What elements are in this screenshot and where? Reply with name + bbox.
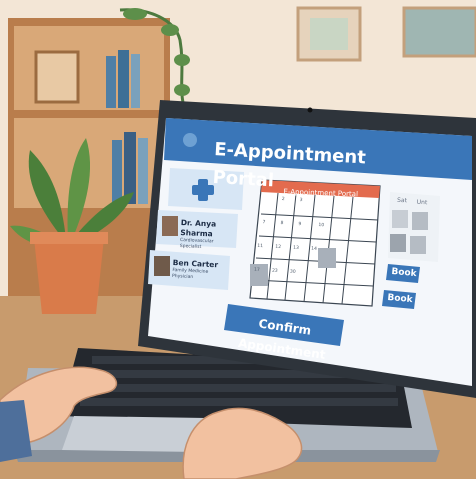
calendar-day[interactable]: 8 [280,221,283,226]
calendar-day[interactable]: 10 [318,223,324,228]
pot-rim [30,232,108,244]
calendar-day[interactable]: 7 [262,220,265,225]
trackpad [62,416,206,452]
leaf [123,8,147,20]
doctor-name: Dr. Anya Sharma [180,218,217,239]
timeslot[interactable] [392,210,408,228]
doctor-specialty: Cardiovascular Specialist [179,237,214,250]
book-button-2-label[interactable]: Book [383,290,416,309]
calendar-day[interactable]: 2 [282,197,285,202]
portal-logo-icon [183,133,197,147]
book [112,140,122,204]
webcam-icon [307,107,313,113]
timeslot[interactable] [410,236,426,254]
book [118,50,129,108]
calendar-day[interactable]: 17 [254,268,260,273]
leaf [174,54,190,66]
doctor-info-2: Ben Carter Family Medicine Physician [172,258,227,283]
calendar-days: 2 3 7 8 9 10 11 12 13 14 17 23 30 [254,194,379,308]
illustration [0,0,476,479]
timeslot-label: Sat [396,196,408,205]
doctor-avatar [154,256,170,276]
timeslot-label: Unt [416,198,428,207]
leaf [161,24,179,36]
doctor-avatar [162,216,178,236]
book-button-1-label[interactable]: Book [387,264,420,283]
wall-frame [402,6,476,58]
calendar-day[interactable]: 9 [298,222,301,227]
wall-frame-art [310,18,348,50]
picture-frame [34,50,80,104]
calendar-day[interactable]: 23 [272,269,278,274]
timeslot[interactable] [412,212,428,230]
book [138,138,148,204]
calendar-day[interactable]: 3 [300,198,303,203]
calendar-day[interactable]: 11 [257,244,263,249]
doctor-info-1: Dr. Anya Sharma Cardiovascular Specialis… [180,218,235,252]
calendar-day[interactable]: 30 [290,270,296,275]
leaf [174,84,190,96]
timeslot[interactable] [390,234,406,252]
book [106,56,116,108]
calendar-day[interactable]: 12 [275,245,281,250]
flower-pot [34,238,104,314]
book [131,54,140,108]
photo-scene: E-Appointment Portal E-Appointment Porta… [0,0,476,479]
calendar-day[interactable]: 14 [311,247,317,252]
calendar-day[interactable]: 13 [293,246,299,251]
